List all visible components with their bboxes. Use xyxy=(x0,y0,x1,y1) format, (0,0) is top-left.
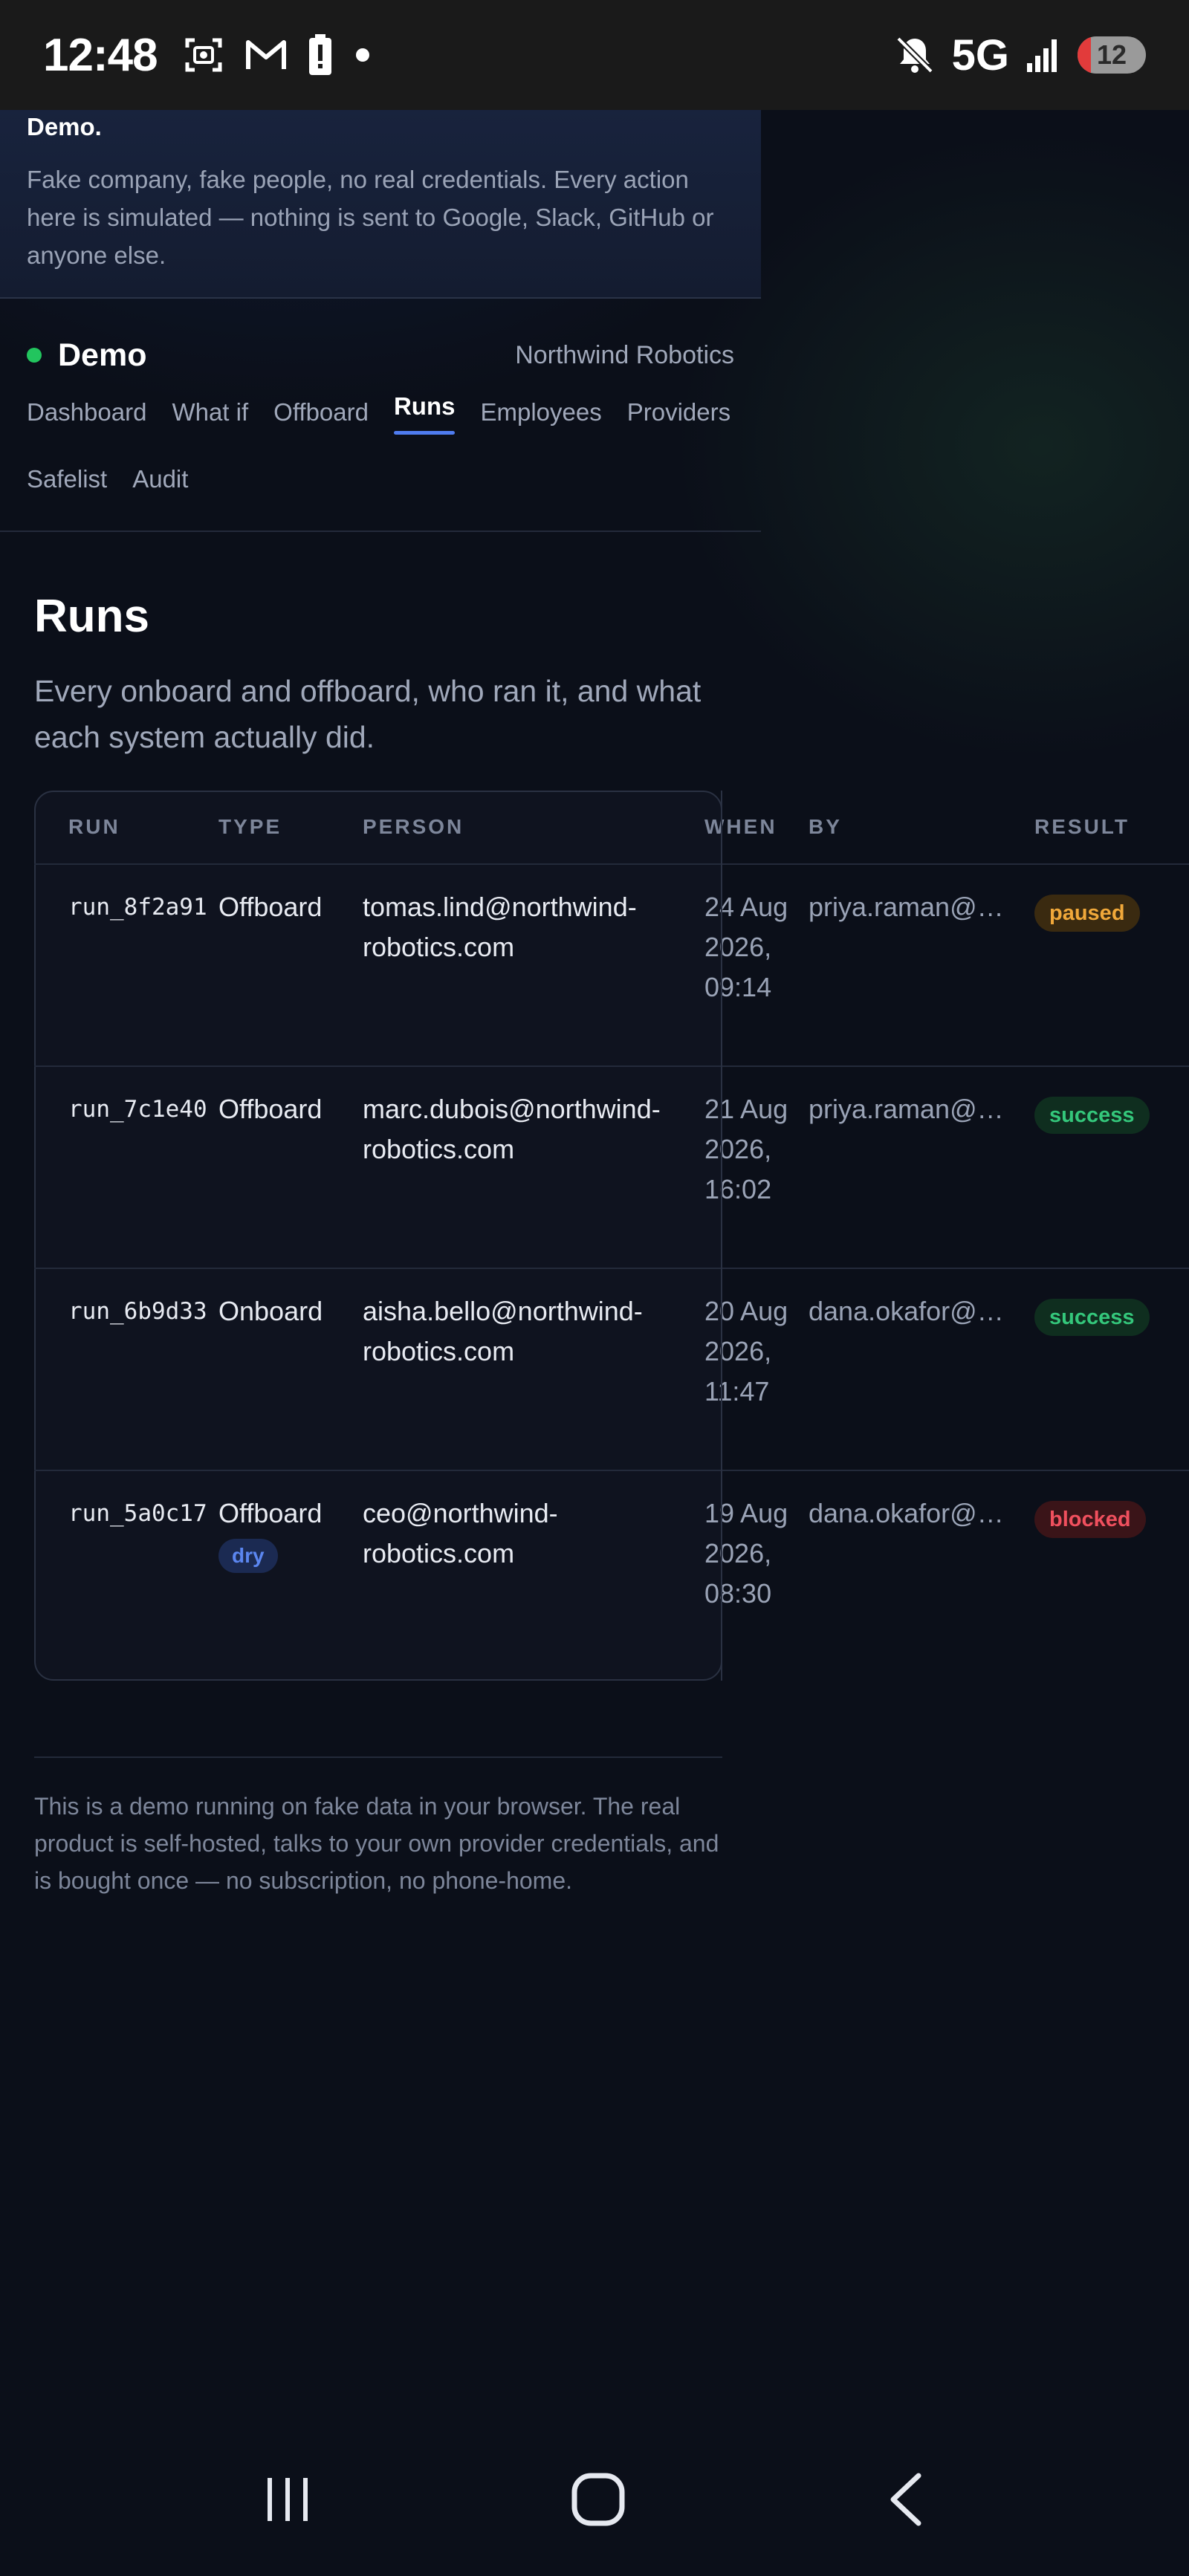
page-title: Runs xyxy=(34,591,149,642)
column-header-run: RUN xyxy=(68,815,120,838)
status-bar: 12:48 5G 12 xyxy=(0,0,1189,110)
company-name: Northwind Robotics xyxy=(515,340,734,369)
run-when: 24 Aug 2026, 09:14 xyxy=(704,892,788,1002)
tab-dashboard[interactable]: Dashboard xyxy=(27,397,146,464)
back-icon[interactable] xyxy=(883,2471,927,2528)
mute-icon xyxy=(895,36,933,74)
result-badge: success xyxy=(1034,1299,1150,1336)
column-header-when: WHEN xyxy=(704,815,777,838)
demo-banner: Demo. Fake company, fake people, no real… xyxy=(0,110,761,299)
column-header-by: BY xyxy=(809,815,842,838)
run-person: marc.dubois@northwind-robotics.com xyxy=(363,1094,661,1164)
result-badge: paused xyxy=(1034,895,1140,932)
top-navigation: Demo Northwind Robotics Dashboard What i… xyxy=(0,299,761,532)
system-nav-bar xyxy=(0,2422,1189,2576)
run-type: Offboard xyxy=(218,1094,323,1124)
status-dot-icon xyxy=(27,348,42,363)
tab-providers[interactable]: Providers xyxy=(627,397,730,464)
network-type: 5G xyxy=(951,30,1009,80)
result-badge: blocked xyxy=(1034,1501,1146,1538)
column-header-result: RESULT xyxy=(1034,815,1130,838)
banner-text: Fake company, fake people, no real crede… xyxy=(27,166,714,269)
run-id[interactable]: run_6b9d33 xyxy=(34,1269,218,1470)
result-badge: success xyxy=(1034,1097,1150,1134)
battery-alert-icon xyxy=(308,34,331,75)
tab-employees[interactable]: Employees xyxy=(480,397,601,464)
app-column: Demo. Fake company, fake people, no real… xyxy=(0,110,761,760)
page-header: Runs Every onboard and offboard, who ran… xyxy=(0,590,761,760)
banner-title: Demo. xyxy=(27,113,102,140)
table-row[interactable]: run_7c1e40 Offboard marc.dubois@northwin… xyxy=(34,1067,1189,1269)
run-id[interactable]: run_8f2a91 xyxy=(34,865,218,1065)
footer-divider xyxy=(34,1756,722,1758)
table-card-edge xyxy=(721,791,722,1681)
dry-run-badge: dry xyxy=(218,1539,278,1573)
table-row[interactable]: run_8f2a91 Offboard tomas.lind@northwind… xyxy=(34,865,1189,1067)
table-header: RUN TYPE PERSON WHEN BY RESULT xyxy=(34,791,1189,865)
footer-note: This is a demo running on fake data in y… xyxy=(34,1793,719,1894)
status-time: 12:48 xyxy=(43,29,158,81)
gmail-icon xyxy=(245,40,286,69)
recent-apps-icon[interactable] xyxy=(262,2473,314,2525)
run-by: priya.raman@… xyxy=(809,1094,1004,1124)
tab-safelist[interactable]: Safelist xyxy=(27,464,107,531)
page-subtitle: Every onboard and offboard, who ran it, … xyxy=(34,674,702,754)
run-person: aisha.bello@northwind-robotics.com xyxy=(363,1296,643,1366)
run-type: Offboard xyxy=(218,1498,323,1528)
table-row[interactable]: run_5a0c17 Offboard dry ceo@northwind-ro… xyxy=(34,1471,1189,1673)
run-by: dana.okafor@… xyxy=(809,1498,1004,1528)
run-type: Onboard xyxy=(218,1296,323,1326)
battery-indicator: 12 xyxy=(1078,36,1146,74)
tab-what-if[interactable]: What if xyxy=(172,397,248,464)
tab-audit[interactable]: Audit xyxy=(132,464,188,531)
run-id[interactable]: run_5a0c17 xyxy=(34,1471,218,1673)
run-person: tomas.lind@northwind-robotics.com xyxy=(363,892,637,962)
run-by: priya.raman@… xyxy=(809,892,1004,922)
column-header-type: TYPE xyxy=(218,815,282,838)
run-by: dana.okafor@… xyxy=(809,1296,1004,1326)
brand-name[interactable]: Demo xyxy=(58,337,146,374)
tab-runs[interactable]: Runs xyxy=(393,392,455,459)
run-type: Offboard xyxy=(218,892,323,922)
signal-icon xyxy=(1027,39,1057,72)
nav-tabs: Dashboard What if Offboard Runs Employee… xyxy=(27,392,740,531)
column-header-person: PERSON xyxy=(363,815,464,838)
home-icon[interactable] xyxy=(570,2471,626,2528)
brand-row: Demo Northwind Robotics xyxy=(27,299,734,397)
run-id[interactable]: run_7c1e40 xyxy=(34,1067,218,1268)
run-person: ceo@northwind-robotics.com xyxy=(363,1498,558,1568)
tab-offboard[interactable]: Offboard xyxy=(273,397,369,464)
run-when: 20 Aug 2026, 11:47 xyxy=(704,1296,788,1407)
table-row[interactable]: run_6b9d33 Onboard aisha.bello@northwind… xyxy=(34,1269,1189,1471)
runs-table[interactable]: RUN TYPE PERSON WHEN BY RESULT run_8f2a9… xyxy=(34,791,1189,1673)
notification-dot-icon xyxy=(355,48,369,62)
run-when: 21 Aug 2026, 16:02 xyxy=(704,1094,788,1204)
run-when: 19 Aug 2026, 08:30 xyxy=(704,1498,788,1609)
screenshot-icon xyxy=(185,38,222,72)
